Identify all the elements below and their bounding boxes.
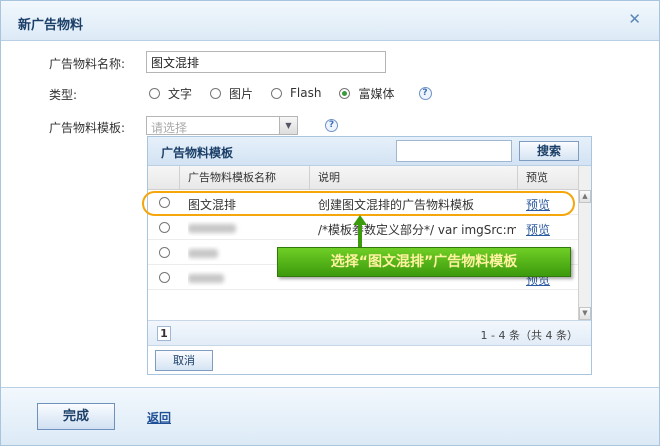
table-row[interactable]: 图文混排 创建图文混排的广告物料模板 预览 bbox=[148, 190, 578, 215]
scroll-up-icon[interactable]: ▲ bbox=[579, 190, 591, 203]
cancel-button[interactable]: 取消 bbox=[155, 350, 213, 371]
radio-image[interactable] bbox=[210, 87, 222, 99]
name-label: 广告物料名称: bbox=[49, 57, 126, 71]
type-help-icon[interactable]: ? bbox=[418, 86, 432, 100]
header-select-col bbox=[148, 166, 180, 190]
radio-text[interactable] bbox=[149, 87, 160, 99]
chevron-down-icon[interactable]: ▼ bbox=[279, 117, 297, 134]
new-ad-material-dialog: 新广告物料 ✕ 广告物料名称: 类型: 文字 图片 Flash 富媒体 ? 广告… bbox=[0, 0, 660, 446]
back-link[interactable]: 返回 bbox=[147, 409, 171, 426]
header-preview: 预览 bbox=[526, 171, 548, 184]
dialog-footer: 完成 返回 bbox=[1, 387, 659, 445]
up-arrow-icon bbox=[353, 215, 367, 251]
row-desc: 创建图文混排的广告物料模板 bbox=[318, 198, 475, 212]
scroll-down-icon[interactable]: ▼ bbox=[579, 307, 591, 320]
row-radio[interactable] bbox=[159, 197, 170, 208]
type-label: 类型: bbox=[49, 88, 78, 102]
row-radio[interactable] bbox=[159, 222, 170, 233]
radio-label-flash: Flash bbox=[290, 86, 322, 100]
done-button[interactable]: 完成 bbox=[37, 403, 115, 430]
instruction-callout: 选择“图文混排”广告物料模板 bbox=[277, 247, 571, 277]
panel-title: 广告物料模板 bbox=[161, 146, 234, 160]
pager: 1 1 - 4 条（共 4 条） bbox=[148, 320, 591, 346]
material-name-input[interactable] bbox=[146, 51, 386, 73]
close-icon[interactable]: ✕ bbox=[628, 12, 641, 27]
row-radio[interactable] bbox=[159, 272, 170, 283]
radio-rich-media[interactable] bbox=[339, 87, 351, 99]
grid-header: 广告物料模板名称 说明 预览 bbox=[148, 166, 578, 190]
search-button[interactable]: 搜索 bbox=[519, 141, 579, 161]
grid-scrollbar[interactable]: ▲ ▼ bbox=[578, 166, 591, 320]
header-name: 广告物料模板名称 bbox=[180, 166, 310, 190]
page-info: 1 - 4 条（共 4 条） bbox=[480, 329, 578, 342]
page-number-button[interactable]: 1 bbox=[157, 326, 171, 341]
row-name-redacted bbox=[188, 221, 308, 236]
row-preview-link[interactable]: 预览 bbox=[526, 196, 550, 213]
template-select-placeholder: 请选择 bbox=[151, 121, 188, 135]
radio-flash[interactable] bbox=[271, 87, 283, 99]
row-desc: /*模板参数定义部分*/ var imgSrc:mec bbox=[318, 223, 516, 237]
row-preview-link[interactable]: 预览 bbox=[526, 221, 550, 238]
type-radio-group: 文字 图片 Flash 富媒体 ? bbox=[149, 85, 432, 101]
template-help-icon[interactable]: ? bbox=[325, 119, 338, 132]
radio-label-text: 文字 bbox=[168, 86, 193, 101]
template-search-input[interactable] bbox=[396, 140, 512, 162]
row-radio[interactable] bbox=[159, 247, 170, 258]
dialog-titlebar: 新广告物料 ✕ bbox=[1, 1, 659, 41]
row-name: 图文混排 bbox=[188, 198, 237, 212]
dialog-title: 新广告物料 bbox=[18, 18, 84, 33]
panel-header: 广告物料模板 搜索 bbox=[148, 137, 591, 166]
header-desc: 说明 bbox=[310, 166, 518, 190]
radio-label-image: 图片 bbox=[229, 86, 254, 101]
radio-label-rich-media: 富媒体 bbox=[358, 86, 395, 101]
template-select[interactable]: 请选择 ▼ bbox=[146, 116, 298, 135]
template-label: 广告物料模板: bbox=[49, 121, 126, 135]
